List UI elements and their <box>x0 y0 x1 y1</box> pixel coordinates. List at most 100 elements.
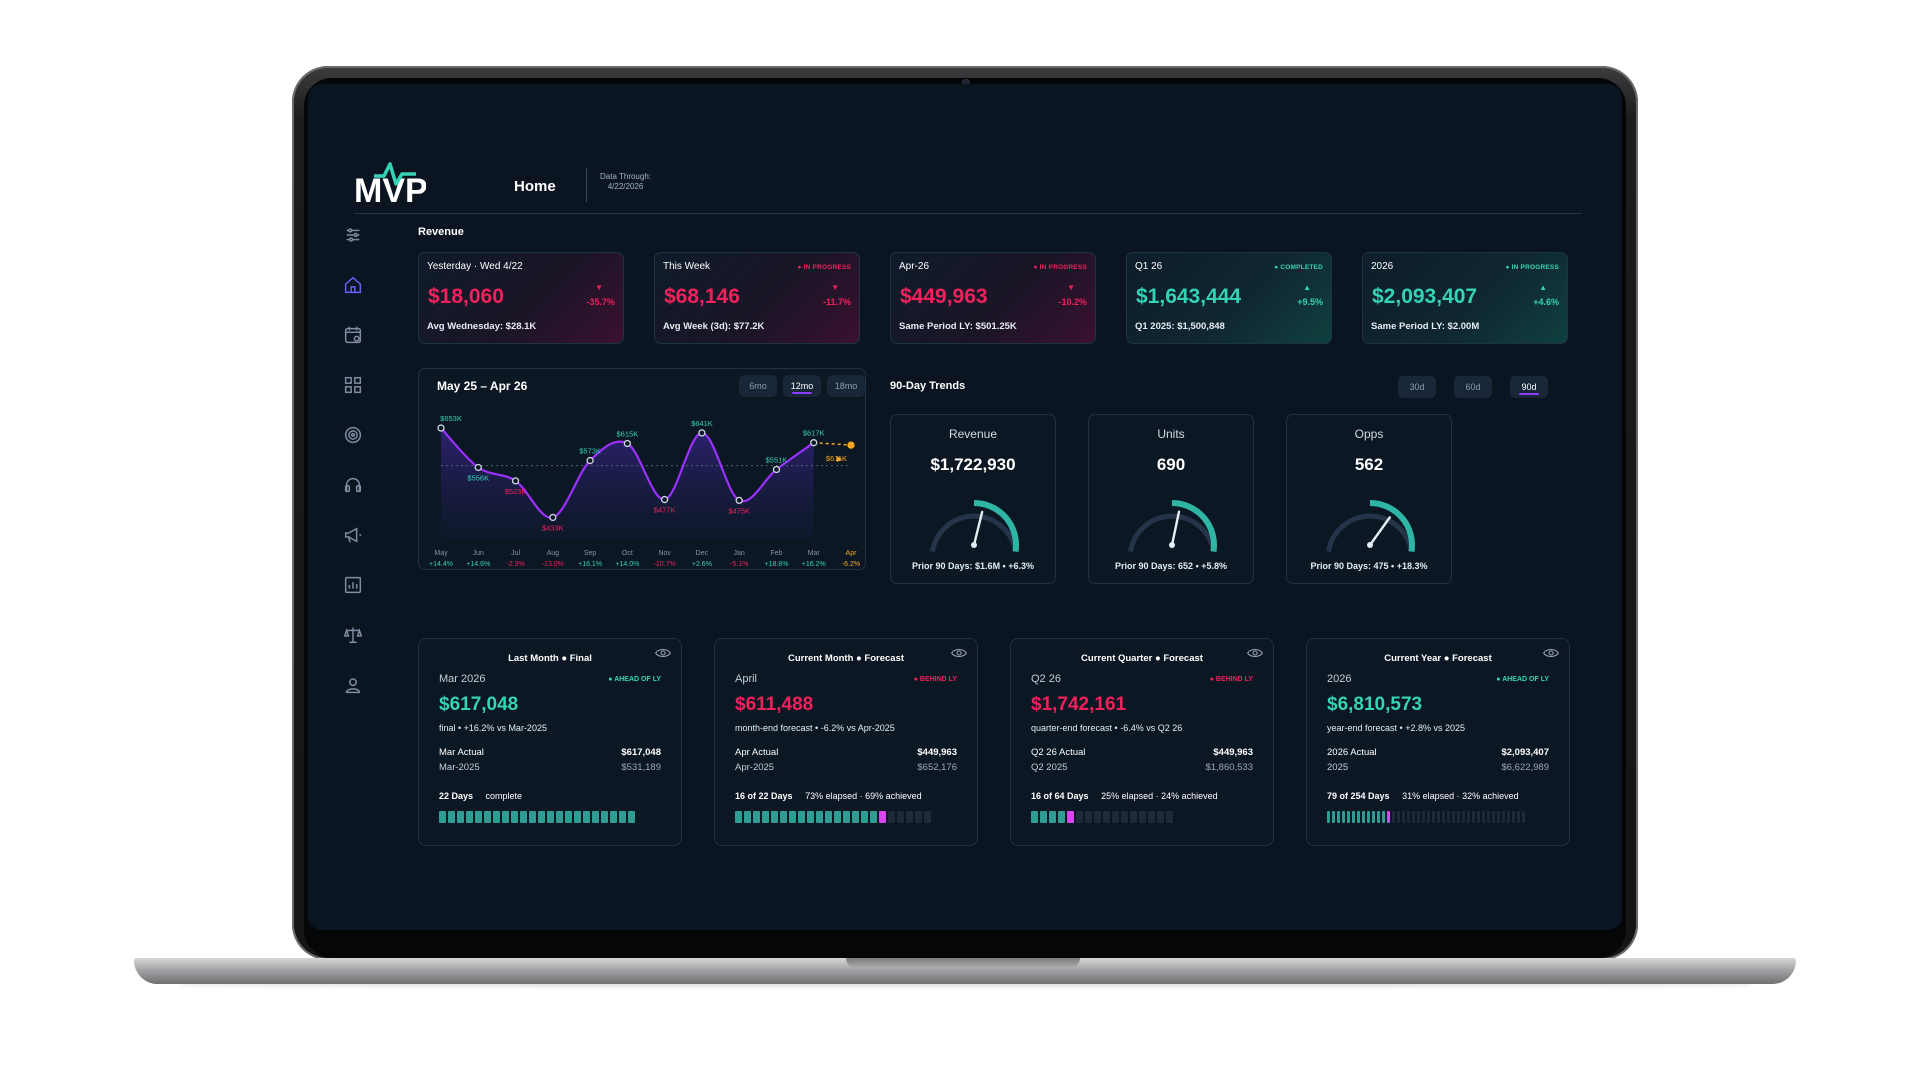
actual-label: Mar Actual <box>439 747 484 758</box>
progress-segment <box>484 811 491 823</box>
progress-segment <box>1148 811 1155 823</box>
megaphone-icon[interactable] <box>342 524 364 546</box>
kpi-title: Apr-26 <box>899 261 930 272</box>
progress-segment <box>924 811 931 823</box>
forecast-line <box>813 441 852 446</box>
range-30d-button[interactable]: 30d <box>1398 376 1436 398</box>
eye-icon[interactable] <box>1247 647 1263 659</box>
prior-label: Apr-2025 <box>735 762 775 773</box>
gauge-hub <box>971 542 977 548</box>
card-forecast-note: quarter-end forecast • -6.4% vs Q2 26 <box>1031 723 1183 733</box>
kpi-card-year[interactable]: 2026 ● IN PROGRESS $2,093,407 ▲ +4.6% Sa… <box>1362 252 1568 344</box>
range-90d-button[interactable]: 90d <box>1510 376 1548 398</box>
progress-segment <box>1437 811 1440 823</box>
card-period: April <box>735 673 758 685</box>
period-card-current-quarter[interactable]: Current Quarter ● Forecast Q2 26 ● BEHIN… <box>1010 638 1274 846</box>
card-heading: Current Quarter ● Forecast <box>1081 653 1203 664</box>
period-card-current-year[interactable]: Current Year ● Forecast 2026 ● AHEAD OF … <box>1306 638 1570 846</box>
gauge-hub <box>1367 542 1373 548</box>
period-card-last-month[interactable]: Last Month ● Final Mar 2026 ● AHEAD OF L… <box>418 638 682 846</box>
progress-segment <box>1492 811 1495 823</box>
gauge-label: Opps <box>1354 427 1384 441</box>
progress-segment <box>1337 811 1340 823</box>
calendar-icon[interactable] <box>342 324 364 346</box>
progress-segment <box>1103 811 1110 823</box>
gauge-label: Units <box>1157 427 1185 441</box>
gauge-value: $1,722,930 <box>930 455 1016 474</box>
data-label: $556K <box>467 473 489 482</box>
progress-segment <box>1058 811 1065 823</box>
progress-segment <box>619 811 626 823</box>
kpi-card-this-week[interactable]: This Week ● IN PROGRESS $68,146 ▼ -11.7%… <box>654 252 860 344</box>
x-tick-label: Aug <box>547 550 560 557</box>
days-count: 79 of 254 Days <box>1327 791 1390 801</box>
progress-segment <box>915 811 922 823</box>
progress-segment <box>475 811 482 823</box>
progress-bar <box>439 811 635 823</box>
data-label: $617K <box>803 429 825 438</box>
kpi-card-month[interactable]: Apr-26 ● IN PROGRESS $449,963 ▼ -10.2% S… <box>890 252 1096 344</box>
progress-segment <box>1392 811 1395 823</box>
eye-icon[interactable] <box>655 647 671 659</box>
gauge-card-units[interactable]: Units 690 Prior 90 Days: 652 • +5.8% <box>1088 414 1254 584</box>
headset-icon[interactable] <box>342 474 364 496</box>
progress-segment <box>870 811 877 823</box>
range-60d-button[interactable]: 60d <box>1454 376 1492 398</box>
gauge-card-opps[interactable]: Opps 562 Prior 90 Days: 475 • +18.3% <box>1286 414 1452 584</box>
x-tick-label: Dec <box>696 550 709 557</box>
kpi-value: $449,963 <box>900 285 988 308</box>
card-value: $6,810,573 <box>1327 694 1423 715</box>
progress-segment <box>1377 811 1380 823</box>
target-icon[interactable] <box>342 424 364 446</box>
progress-segment <box>1457 811 1460 823</box>
eye-icon[interactable] <box>951 647 967 659</box>
period-card-current-month[interactable]: Current Month ● Forecast April ● BEHIND … <box>714 638 978 846</box>
actual-row: Apr Actual $449,963 <box>735 747 957 758</box>
progress-segment <box>843 811 850 823</box>
progress-segment <box>897 811 904 823</box>
prior-value: $531,189 <box>621 762 661 773</box>
mvp-logo[interactable]: MVP <box>354 156 426 208</box>
yoy-change-label: +2.6% <box>692 561 712 568</box>
kpi-value: $1,643,444 <box>1136 285 1242 308</box>
kpi-value: $68,146 <box>664 285 740 308</box>
progress-segment <box>529 811 536 823</box>
progress-segment <box>1397 811 1400 823</box>
revenue-line-chart[interactable]: $653K May +14.4% $556K Jun +14.6% $523K Jul -2.3… <box>419 369 867 571</box>
progress-segment <box>466 811 473 823</box>
progress-segment <box>1477 811 1480 823</box>
kpi-comparison: Q1 2025: $1,500,848 <box>1135 321 1225 332</box>
progress-segment <box>1085 811 1092 823</box>
grid-icon[interactable] <box>342 374 364 396</box>
progress-segment <box>1512 811 1515 823</box>
data-label: $433K <box>542 523 564 532</box>
progress-segment <box>825 811 832 823</box>
home-icon[interactable] <box>342 274 364 296</box>
profile-icon[interactable] <box>342 674 364 696</box>
progress-segment <box>1157 811 1164 823</box>
progress-segment <box>1422 811 1425 823</box>
gauge-card-revenue[interactable]: Revenue $1,722,930 Prior 90 Days: $1.6M … <box>890 414 1056 584</box>
progress-segment <box>1372 811 1375 823</box>
progress-segment <box>1031 811 1038 823</box>
data-label: $573K <box>579 447 601 456</box>
kpi-card-quarter[interactable]: Q1 26 ● COMPLETED $1,643,444 ▲ +9.5% Q1 … <box>1126 252 1332 344</box>
progress-segment <box>1367 811 1370 823</box>
kpi-comparison: Avg Wednesday: $28.1K <box>427 321 537 332</box>
progress-segment <box>1447 811 1450 823</box>
eye-icon[interactable] <box>1543 647 1559 659</box>
yoy-change-label: +14.6% <box>466 561 490 568</box>
actual-label: 2026 Actual <box>1327 747 1377 758</box>
progress-segment <box>1139 811 1146 823</box>
sliders-icon[interactable] <box>342 224 364 246</box>
days-count: 16 of 22 Days <box>735 791 793 801</box>
progress-segment <box>1121 811 1128 823</box>
report-icon[interactable] <box>342 574 364 596</box>
scales-icon[interactable] <box>342 624 364 646</box>
gauge-dial <box>1326 500 1415 553</box>
gauge-label: Revenue <box>948 427 998 441</box>
days-progress: 16 of 22 Days 73% elapsed · 69% achieved <box>735 791 922 801</box>
kpi-card-yesterday[interactable]: Yesterday · Wed 4/22 $18,060 ▼ -35.7% Av… <box>418 252 624 344</box>
progress-segment <box>628 811 635 823</box>
progress-segment <box>1452 811 1455 823</box>
